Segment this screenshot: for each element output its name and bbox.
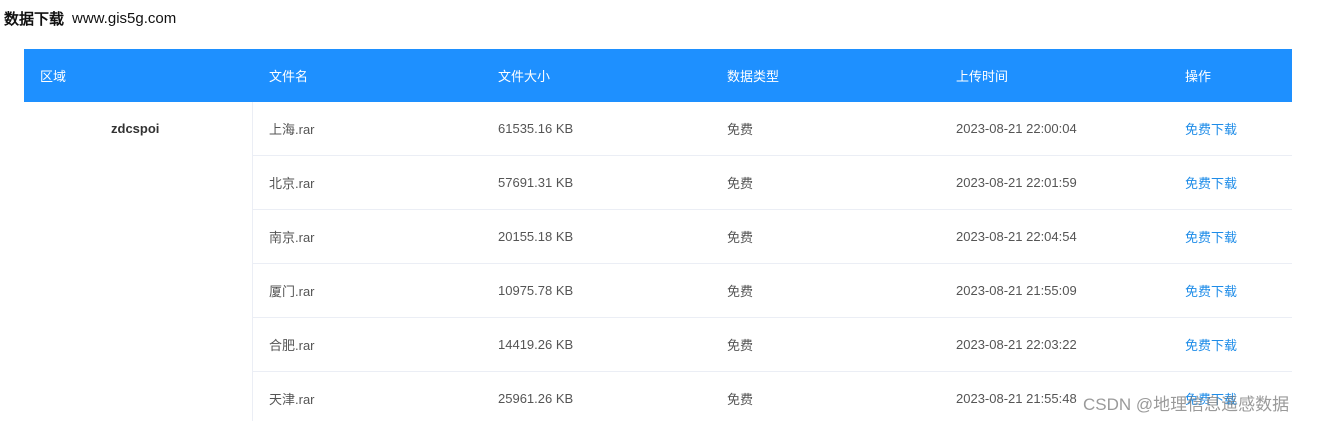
table-row: 北京.rar 57691.31 KB 免费 2023-08-21 22:01:5…: [253, 156, 1292, 210]
datatype-cell: 免费: [727, 176, 754, 191]
column-header-datatype: 数据类型: [727, 69, 780, 84]
filename-cell: 南京.rar: [269, 230, 315, 245]
table-row: 南京.rar 20155.18 KB 免费 2023-08-21 22:04:5…: [253, 210, 1292, 264]
download-link[interactable]: 免费下载: [1185, 284, 1237, 299]
filename-cell: 合肥.rar: [269, 338, 315, 353]
download-link[interactable]: 免费下载: [1185, 338, 1237, 353]
filename-cell: 厦门.rar: [269, 284, 315, 299]
table-row: 厦门.rar 10975.78 KB 免费 2023-08-21 21:55:0…: [253, 264, 1292, 318]
column-header-action: 操作: [1185, 69, 1212, 84]
uploadtime-cell: 2023-08-21 22:03:22: [956, 337, 1077, 352]
filesize-cell: 25961.26 KB: [498, 391, 574, 406]
column-header-filesize: 文件大小: [498, 69, 551, 84]
table-header: 区域 文件名 文件大小 数据类型 上传时间 操作: [24, 49, 1292, 102]
region-label: zdcspoi: [111, 121, 160, 136]
filename-cell: 天津.rar: [269, 392, 315, 407]
filesize-cell: 10975.78 KB: [498, 283, 574, 298]
download-link[interactable]: 免费下载: [1185, 176, 1237, 191]
uploadtime-cell: 2023-08-21 22:01:59: [956, 175, 1077, 190]
datatype-cell: 免费: [727, 338, 754, 353]
datatype-cell: 免费: [727, 122, 754, 137]
download-table: 区域 文件名 文件大小 数据类型 上传时间 操作 zdcspoi 上海.rar …: [24, 49, 1292, 421]
page-title: 数据下载: [4, 10, 65, 28]
column-header-filename: 文件名: [269, 69, 309, 84]
filesize-cell: 57691.31 KB: [498, 175, 574, 190]
page: 数据下载 www.gis5g.com 区域 文件名 文件大小 数据类型 上传时间…: [0, 0, 1328, 421]
table-row: 合肥.rar 14419.26 KB 免费 2023-08-21 22:03:2…: [253, 318, 1292, 372]
csdn-watermark: CSDN @地理信息遥感数据: [1083, 395, 1290, 414]
page-heading: 数据下载 www.gis5g.com: [4, 8, 176, 28]
filesize-cell: 14419.26 KB: [498, 337, 574, 352]
download-link[interactable]: 免费下载: [1185, 230, 1237, 245]
region-cell: zdcspoi: [24, 102, 253, 421]
datatype-cell: 免费: [727, 230, 754, 245]
uploadtime-cell: 2023-08-21 21:55:09: [956, 283, 1077, 298]
table-body: zdcspoi 上海.rar 61535.16 KB 免费 2023-08-21…: [24, 102, 1292, 421]
filesize-cell: 20155.18 KB: [498, 229, 574, 244]
download-link[interactable]: 免费下载: [1185, 122, 1237, 137]
uploadtime-cell: 2023-08-21 22:00:04: [956, 121, 1077, 136]
column-header-uploadtime: 上传时间: [956, 69, 1009, 84]
filename-cell: 上海.rar: [269, 122, 315, 137]
datatype-cell: 免费: [727, 284, 754, 299]
filesize-cell: 61535.16 KB: [498, 121, 574, 136]
uploadtime-cell: 2023-08-21 22:04:54: [956, 229, 1077, 244]
filename-cell: 北京.rar: [269, 176, 315, 191]
site-url: www.gis5g.com: [72, 9, 177, 27]
table-row: 上海.rar 61535.16 KB 免费 2023-08-21 22:00:0…: [253, 102, 1292, 156]
table-rows: 上海.rar 61535.16 KB 免费 2023-08-21 22:00:0…: [253, 102, 1292, 421]
datatype-cell: 免费: [727, 392, 754, 407]
column-header-region: 区域: [40, 69, 67, 84]
